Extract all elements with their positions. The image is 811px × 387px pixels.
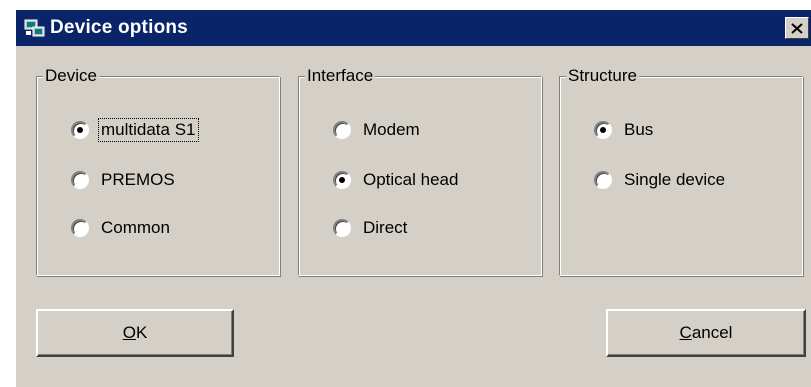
window-title: Device options [50, 17, 188, 38]
cancel-mnemonic: C [679, 323, 692, 342]
interface-group-legend: Interface [305, 65, 376, 87]
close-icon [791, 22, 803, 34]
close-button[interactable] [785, 17, 809, 39]
radio-common[interactable]: Common [71, 215, 172, 241]
radio-button[interactable] [594, 121, 612, 139]
radio-optical-head[interactable]: Optical head [333, 167, 460, 193]
ok-label-rest: K [135, 323, 148, 342]
radio-label: Modem [363, 120, 420, 139]
device-app-icon [20, 10, 50, 46]
radio-modem[interactable]: Modem [333, 117, 422, 143]
radio-multidata-s1[interactable]: multidata S1 [71, 117, 199, 143]
device-options-dialog: Device options Device multidata S1 PREMO… [14, 8, 811, 387]
radio-single-device[interactable]: Single device [594, 167, 727, 193]
radio-label: Bus [624, 120, 654, 139]
radio-bus[interactable]: Bus [594, 117, 655, 143]
radio-button[interactable] [71, 219, 89, 237]
radio-label: Common [101, 218, 170, 237]
ok-button[interactable]: OK [36, 309, 234, 357]
ok-mnemonic: O [122, 323, 136, 342]
radio-label: Direct [363, 218, 408, 237]
structure-group: Structure Bus Single device [559, 65, 803, 276]
radio-button[interactable] [333, 219, 351, 237]
radio-label: multidata S1 [98, 118, 199, 142]
cancel-button[interactable]: Cancel [606, 309, 806, 357]
radio-button[interactable] [594, 171, 612, 189]
radio-direct[interactable]: Direct [333, 215, 409, 241]
device-group: Device multidata S1 PREMOS Common [36, 65, 280, 276]
radio-button[interactable] [333, 121, 351, 139]
radio-label: Optical head [363, 170, 459, 189]
structure-group-legend: Structure [566, 65, 639, 87]
radio-button[interactable] [71, 171, 89, 189]
radio-premos[interactable]: PREMOS [71, 167, 177, 193]
radio-button[interactable] [333, 171, 351, 189]
radio-label: PREMOS [101, 170, 175, 189]
radio-label: Single device [624, 170, 726, 189]
interface-group: Interface Modem Optical head Direct [298, 65, 542, 276]
device-group-legend: Device [43, 65, 99, 87]
radio-button[interactable] [71, 121, 89, 139]
cancel-label-rest: ancel [691, 323, 733, 342]
title-bar[interactable]: Device options [16, 10, 811, 46]
